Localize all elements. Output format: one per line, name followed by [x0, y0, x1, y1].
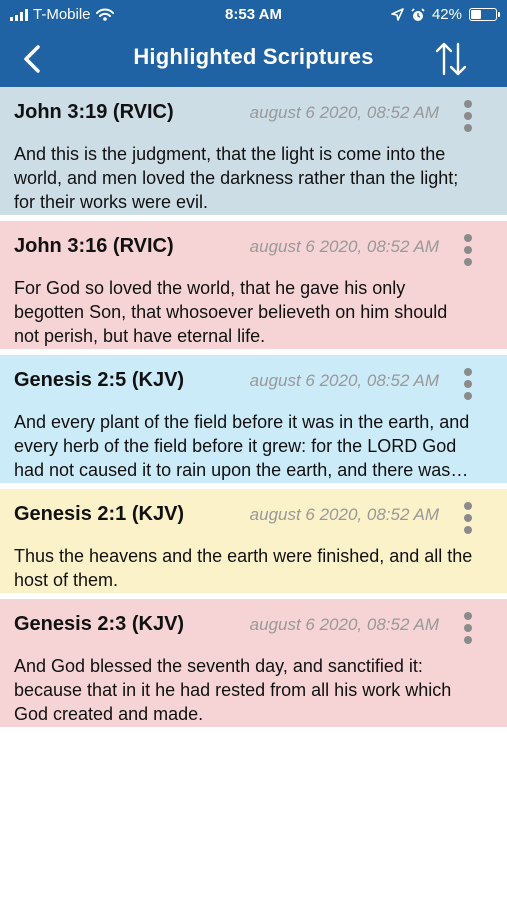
verse-text: And every plant of the field before it w… — [14, 412, 470, 480]
more-options-icon[interactable] — [461, 612, 475, 646]
highlight-card[interactable]: Genesis 2:1 (KJV) august 6 2020, 08:52 A… — [0, 489, 507, 593]
more-options-icon[interactable] — [461, 502, 475, 536]
verse-text: And this is the judgment, that the light… — [14, 144, 459, 212]
nav-bar: Highlighted Scriptures — [0, 30, 507, 87]
verse-text: Thus the heavens and the earth were fini… — [14, 546, 473, 590]
highlight-card[interactable]: Genesis 2:5 (KJV) august 6 2020, 08:52 A… — [0, 355, 507, 483]
highlight-date: august 6 2020, 08:52 AM — [249, 505, 439, 524]
more-options-icon[interactable] — [461, 368, 475, 402]
highlight-date: august 6 2020, 08:52 AM — [249, 371, 439, 390]
verse-reference: Genesis 2:3 (KJV) — [14, 613, 185, 635]
status-bar: T-Mobile 8:53 AM 42% — [0, 0, 507, 30]
highlight-card[interactable]: John 3:16 (RVIC) august 6 2020, 08:52 AM… — [0, 221, 507, 349]
highlight-card[interactable]: John 3:19 (RVIC) august 6 2020, 08:52 AM… — [0, 87, 507, 215]
highlight-date: august 6 2020, 08:52 AM — [249, 615, 439, 634]
verse-text: For God so loved the world, that he gave… — [14, 278, 448, 346]
battery-icon — [469, 8, 500, 21]
status-right: 42% — [391, 6, 500, 23]
more-options-icon[interactable] — [461, 234, 475, 268]
highlight-card[interactable]: Genesis 2:3 (KJV) august 6 2020, 08:52 A… — [0, 599, 507, 727]
verse-reference: John 3:16 (RVIC) — [14, 235, 174, 257]
battery-percent: 42% — [431, 6, 462, 23]
verse-reference: John 3:19 (RVIC) — [14, 101, 174, 123]
verse-reference: Genesis 2:5 (KJV) — [14, 369, 185, 391]
top-bar: T-Mobile 8:53 AM 42% Highlighted Scriptu… — [0, 0, 507, 87]
highlight-date: august 6 2020, 08:52 AM — [249, 103, 439, 122]
verse-text: And God blessed the seventh day, and san… — [14, 656, 452, 724]
location-icon — [391, 8, 404, 21]
verse-reference: Genesis 2:1 (KJV) — [14, 503, 185, 525]
sort-arrows-icon[interactable] — [431, 39, 471, 79]
highlight-list: John 3:19 (RVIC) august 6 2020, 08:52 AM… — [0, 87, 507, 733]
alarm-icon — [411, 7, 425, 21]
more-options-icon[interactable] — [461, 100, 475, 134]
highlight-date: august 6 2020, 08:52 AM — [249, 237, 439, 256]
